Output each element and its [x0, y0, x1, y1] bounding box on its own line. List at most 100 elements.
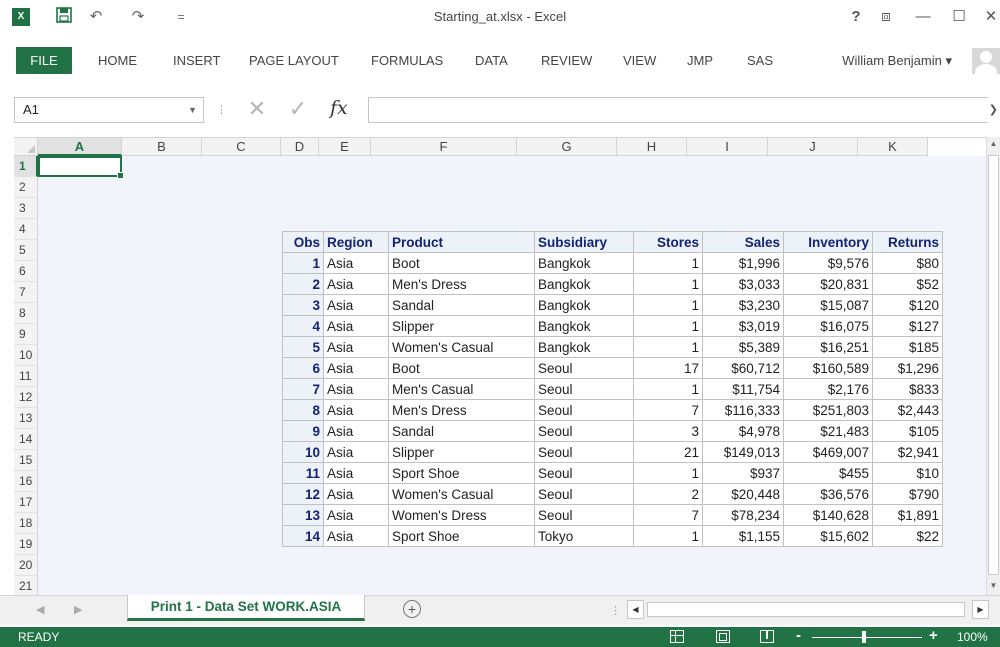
cell-product[interactable]: Women's Casual — [388, 336, 535, 358]
row-header-7[interactable]: 7 — [14, 282, 38, 303]
add-sheet-icon[interactable]: + — [403, 600, 421, 618]
cell-product[interactable]: Sport Shoe — [388, 462, 535, 484]
cell-region[interactable]: Asia — [323, 357, 389, 379]
cell-obs[interactable]: 13 — [282, 504, 324, 526]
cell-region[interactable]: Asia — [323, 441, 389, 463]
cell-returns[interactable]: $120 — [872, 294, 943, 316]
cell-region[interactable]: Asia — [323, 336, 389, 358]
header-sales[interactable]: Sales — [702, 231, 784, 253]
cell-returns[interactable]: $127 — [872, 315, 943, 337]
cell-inventory[interactable]: $2,176 — [783, 378, 873, 400]
column-header-i[interactable]: I — [687, 138, 768, 156]
cell-sales[interactable]: $78,234 — [702, 504, 784, 526]
cell-region[interactable]: Asia — [323, 462, 389, 484]
cell-subsidiary[interactable]: Seoul — [534, 399, 634, 421]
row-header-19[interactable]: 19 — [14, 534, 38, 555]
row-header-4[interactable]: 4 — [14, 219, 38, 240]
cell-stores[interactable]: 1 — [633, 525, 703, 547]
tab-split-handle[interactable]: ⋮ — [610, 604, 621, 617]
cell-region[interactable]: Asia — [323, 525, 389, 547]
cell-returns[interactable]: $10 — [872, 462, 943, 484]
sheet-prev-icon[interactable]: ◀ — [36, 603, 44, 616]
cell-obs[interactable]: 14 — [282, 525, 324, 547]
cell-sales[interactable]: $3,230 — [702, 294, 784, 316]
cell-obs[interactable]: 5 — [282, 336, 324, 358]
zoom-slider[interactable] — [812, 637, 922, 638]
row-header-2[interactable]: 2 — [14, 177, 38, 198]
cell-sales[interactable]: $149,013 — [702, 441, 784, 463]
page-layout-view-icon[interactable] — [716, 630, 730, 643]
row-header-6[interactable]: 6 — [14, 261, 38, 282]
cell-subsidiary[interactable]: Seoul — [534, 462, 634, 484]
tab-formulas[interactable]: FORMULAS — [371, 47, 443, 74]
scroll-up-icon[interactable]: ▲ — [988, 139, 999, 151]
header-returns[interactable]: Returns — [872, 231, 943, 253]
cell-obs[interactable]: 12 — [282, 483, 324, 505]
cell-sales[interactable]: $3,019 — [702, 315, 784, 337]
expand-formula-bar-icon[interactable]: ❯ — [989, 103, 998, 116]
cell-sales[interactable]: $116,333 — [702, 399, 784, 421]
sheet-tab-active[interactable]: Print 1 - Data Set WORK.ASIA — [127, 595, 365, 621]
header-region[interactable]: Region — [323, 231, 389, 253]
cell-sales[interactable]: $5,389 — [702, 336, 784, 358]
cell-product[interactable]: Boot — [388, 357, 535, 379]
cell-subsidiary[interactable]: Bangkok — [534, 294, 634, 316]
tab-insert[interactable]: INSERT — [173, 47, 220, 74]
cell-subsidiary[interactable]: Seoul — [534, 378, 634, 400]
formula-input[interactable] — [368, 97, 988, 123]
sheet-next-icon[interactable]: ▶ — [74, 603, 82, 616]
row-header-14[interactable]: 14 — [14, 429, 38, 450]
cell-subsidiary[interactable]: Bangkok — [534, 252, 634, 274]
maximize-button[interactable]: ☐ — [946, 6, 972, 28]
cell-product[interactable]: Boot — [388, 252, 535, 274]
cell-inventory[interactable]: $455 — [783, 462, 873, 484]
cell-product[interactable]: Slipper — [388, 441, 535, 463]
cell-product[interactable]: Women's Casual — [388, 483, 535, 505]
cell-subsidiary[interactable]: Seoul — [534, 357, 634, 379]
row-header-12[interactable]: 12 — [14, 387, 38, 408]
cell-obs[interactable]: 10 — [282, 441, 324, 463]
header-inventory[interactable]: Inventory — [783, 231, 873, 253]
scroll-down-icon[interactable]: ▼ — [988, 581, 999, 593]
avatar[interactable] — [972, 48, 1000, 74]
cell-returns[interactable]: $1,891 — [872, 504, 943, 526]
column-header-g[interactable]: G — [517, 138, 617, 156]
cell-returns[interactable]: $22 — [872, 525, 943, 547]
column-header-h[interactable]: H — [617, 138, 687, 156]
cell-inventory[interactable]: $160,589 — [783, 357, 873, 379]
cell-returns[interactable]: $2,443 — [872, 399, 943, 421]
chevron-down-icon[interactable]: ▼ — [188, 98, 197, 122]
row-header-15[interactable]: 15 — [14, 450, 38, 471]
cell-subsidiary[interactable]: Bangkok — [534, 315, 634, 337]
select-all-button[interactable] — [14, 138, 38, 156]
cell-obs[interactable]: 7 — [282, 378, 324, 400]
cell-returns[interactable]: $2,941 — [872, 441, 943, 463]
cell-obs[interactable]: 9 — [282, 420, 324, 442]
column-header-k[interactable]: K — [858, 138, 928, 156]
cell-subsidiary[interactable]: Tokyo — [534, 525, 634, 547]
row-header-18[interactable]: 18 — [14, 513, 38, 534]
cell-stores[interactable]: 1 — [633, 294, 703, 316]
cell-obs[interactable]: 6 — [282, 357, 324, 379]
horizontal-scrollbar[interactable]: ◀ ▶ — [627, 600, 989, 619]
column-header-c[interactable]: C — [202, 138, 281, 156]
active-cell[interactable] — [38, 156, 124, 179]
minimize-button[interactable]: — — [910, 6, 936, 28]
column-header-e[interactable]: E — [319, 138, 371, 156]
page-break-preview-icon[interactable] — [760, 630, 774, 643]
cell-stores[interactable]: 7 — [633, 504, 703, 526]
cell-obs[interactable]: 2 — [282, 273, 324, 295]
cell-subsidiary[interactable]: Seoul — [534, 504, 634, 526]
cell-returns[interactable]: $790 — [872, 483, 943, 505]
header-subsidiary[interactable]: Subsidiary — [534, 231, 634, 253]
cell-region[interactable]: Asia — [323, 315, 389, 337]
tab-file[interactable]: FILE — [16, 47, 72, 74]
cell-inventory[interactable]: $9,576 — [783, 252, 873, 274]
cell-obs[interactable]: 4 — [282, 315, 324, 337]
tab-home[interactable]: HOME — [98, 47, 137, 74]
column-header-b[interactable]: B — [122, 138, 202, 156]
scroll-right-icon[interactable]: ▶ — [972, 600, 989, 619]
cell-inventory[interactable]: $16,251 — [783, 336, 873, 358]
tab-page-layout[interactable]: PAGE LAYOUT — [249, 47, 339, 74]
cell-region[interactable]: Asia — [323, 504, 389, 526]
